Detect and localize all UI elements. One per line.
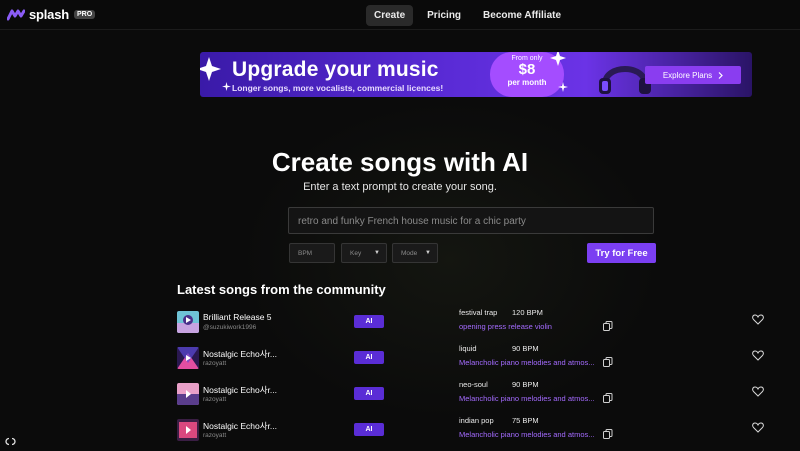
prompt-field[interactable]	[288, 207, 664, 235]
ai-badge: AI	[354, 351, 384, 364]
ai-badge: AI	[354, 423, 384, 436]
heart-icon[interactable]	[752, 314, 764, 325]
chevron-right-icon	[718, 71, 724, 79]
copy-icon[interactable]	[603, 321, 613, 331]
song-genre: liquid	[459, 344, 477, 353]
song-username[interactable]: razoyatt	[203, 396, 226, 403]
song-title[interactable]: Brilliant Release 5	[203, 312, 272, 322]
copy-icon[interactable]	[603, 429, 613, 439]
song-bpm: 90 BPM	[512, 380, 539, 389]
song-bpm: 120 BPM	[512, 308, 543, 317]
sparkle-icon	[558, 82, 568, 92]
song-genre: festival trap	[459, 308, 498, 317]
cover-art-icon	[177, 311, 199, 333]
key-select[interactable]: Key ▼	[341, 243, 387, 263]
widget-toggle-icon[interactable]	[4, 437, 17, 446]
splash-logo-icon	[7, 9, 25, 20]
upgrade-banner[interactable]: Upgrade your music Longer songs, more vo…	[200, 52, 752, 97]
song-bpm: 90 BPM	[512, 344, 539, 353]
song-row[interactable]: Nostalgic Echo사r... razoyatt AI neo-soul…	[177, 380, 777, 415]
song-genre: indian pop	[459, 416, 494, 425]
price-period: per month	[507, 78, 547, 87]
main-nav: Create Pricing Become Affiliate	[366, 5, 569, 26]
song-username[interactable]: @suzukiwork1996	[203, 324, 256, 331]
song-title[interactable]: Nostalgic Echo사r...	[203, 348, 277, 360]
caret-down-icon: ▼	[374, 250, 380, 256]
song-title[interactable]: Nostalgic Echo사r...	[203, 384, 277, 396]
cover-art-icon	[177, 419, 199, 441]
copy-icon[interactable]	[603, 357, 613, 367]
nav-become-affiliate[interactable]: Become Affiliate	[475, 5, 569, 26]
song-description: opening press release violin	[459, 322, 552, 331]
song-description: Melancholic piano melodies and atmos...	[459, 394, 595, 403]
mode-select[interactable]: Mode ▼	[392, 243, 438, 263]
song-description: Melancholic piano melodies and atmos...	[459, 358, 595, 367]
nav-create[interactable]: Create	[366, 5, 414, 26]
heart-icon[interactable]	[752, 350, 764, 361]
heart-icon[interactable]	[752, 422, 764, 433]
pro-badge: PRO	[73, 10, 96, 19]
community-section-title: Latest songs from the community	[177, 282, 386, 297]
sparkle-icon	[550, 52, 566, 66]
song-row[interactable]: Brilliant Release 5 @suzukiwork1996 AI f…	[177, 308, 777, 343]
key-label: Key	[350, 249, 362, 257]
ai-badge: AI	[354, 315, 384, 328]
song-username[interactable]: razoyatt	[203, 432, 226, 439]
banner-title: Upgrade your music	[232, 58, 439, 81]
logo-text: splash	[29, 7, 69, 22]
mode-label: Mode	[401, 249, 418, 257]
song-row[interactable]: Nostalgic Echo사r... razoyatt AI liquid 9…	[177, 344, 777, 379]
cover-art-icon	[177, 347, 199, 369]
song-thumbnail[interactable]	[177, 419, 199, 441]
song-description: Melancholic piano melodies and atmos...	[459, 430, 595, 439]
song-username[interactable]: razoyatt	[203, 360, 226, 367]
song-thumbnail[interactable]	[177, 383, 199, 405]
bpm-placeholder: BPM	[298, 249, 313, 257]
banner-subtitle: Longer songs, more vocalists, commercial…	[232, 83, 444, 93]
nav-pricing[interactable]: Pricing	[419, 5, 469, 26]
song-row[interactable]: Nostalgic Echo사r... razoyatt AI indian p…	[177, 416, 777, 451]
prompt-input[interactable]	[289, 208, 664, 235]
hero-subtitle: Enter a text prompt to create your song.	[303, 181, 497, 193]
cover-art-icon	[177, 383, 199, 405]
top-navigation-bar: splash PRO Create Pricing Become Affilia…	[0, 0, 800, 30]
copy-icon[interactable]	[603, 393, 613, 403]
song-bpm: 75 BPM	[512, 416, 539, 425]
bpm-input[interactable]: BPM	[289, 243, 335, 263]
logo[interactable]: splash PRO	[7, 7, 96, 22]
song-title[interactable]: Nostalgic Echo사r...	[203, 420, 277, 432]
explore-plans-label: Explore Plans	[662, 70, 713, 80]
sparkle-icon	[222, 82, 231, 91]
caret-down-icon: ▼	[425, 250, 431, 256]
song-thumbnail[interactable]	[177, 347, 199, 369]
explore-plans-button[interactable]: Explore Plans	[645, 66, 741, 84]
ai-badge: AI	[354, 387, 384, 400]
hero-title: Create songs with AI	[271, 147, 529, 177]
try-for-free-button[interactable]: Try for Free	[587, 243, 656, 263]
sparkle-icon	[200, 57, 221, 81]
song-genre: neo-soul	[459, 380, 488, 389]
song-thumbnail[interactable]	[177, 311, 199, 333]
heart-icon[interactable]	[752, 386, 764, 397]
